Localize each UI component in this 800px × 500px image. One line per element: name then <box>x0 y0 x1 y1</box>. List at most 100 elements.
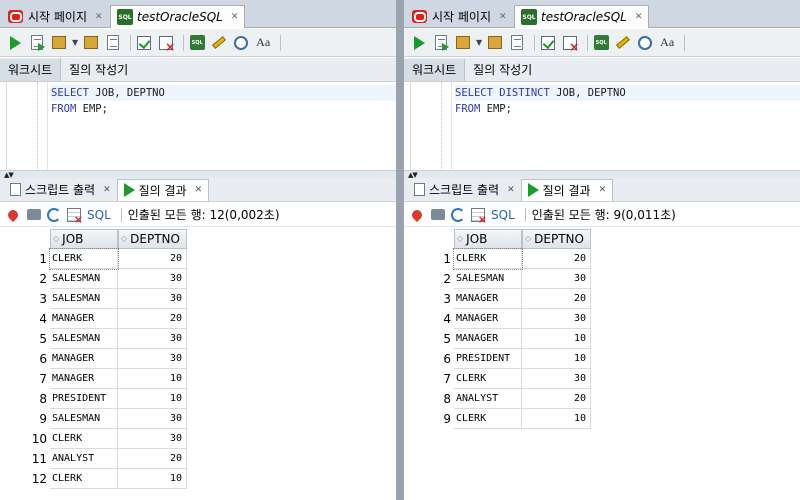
cell-deptno[interactable]: 10 <box>118 469 187 489</box>
table-row[interactable]: 4 MANAGER 30 <box>404 309 800 329</box>
print-icon[interactable] <box>431 209 445 220</box>
result-grid[interactable]: ◇ JOB ◇ DEPTNO 1 CLERK 20 2 SALESMAN 30 3 SALES… <box>0 229 396 489</box>
rollback-button[interactable] <box>561 34 579 54</box>
tab-query-builder[interactable]: 질의 작성기 <box>61 59 136 81</box>
table-row[interactable]: 8 ANALYST 20 <box>404 389 800 409</box>
tab-test-oracle-sql[interactable]: SQL testOracleSQL ✕ <box>110 5 246 28</box>
cell-job[interactable]: SALESMAN <box>50 409 118 429</box>
sql-tuning-button[interactable] <box>104 34 122 52</box>
tab-start-page[interactable]: 시작 페이지 ✕ <box>406 5 513 28</box>
cell-deptno[interactable]: 30 <box>118 269 187 289</box>
rollback-button[interactable] <box>157 34 175 54</box>
table-row[interactable]: 5 SALESMAN 30 <box>0 329 396 349</box>
tab-query-result[interactable]: 질의 결과 ✕ <box>520 178 614 201</box>
table-row[interactable]: 1 CLERK 20 <box>404 248 800 270</box>
cell-deptno[interactable]: 20 <box>118 449 187 469</box>
cell-deptno[interactable]: 30 <box>522 369 591 389</box>
close-icon[interactable]: ✕ <box>103 185 111 195</box>
table-row[interactable]: 7 MANAGER 10 <box>0 369 396 389</box>
cell-deptno[interactable]: 20 <box>118 249 187 269</box>
close-icon[interactable]: ✕ <box>231 12 239 22</box>
cell-deptno[interactable]: 30 <box>118 409 187 429</box>
cell-job[interactable]: ANALYST <box>50 449 118 469</box>
pin-icon[interactable] <box>409 207 425 222</box>
history-button[interactable] <box>636 34 654 52</box>
cell-job[interactable]: CLERK <box>454 369 522 389</box>
table-row[interactable]: 2 SALESMAN 30 <box>404 269 800 289</box>
cell-deptno[interactable]: 10 <box>522 349 591 369</box>
close-icon[interactable]: ✕ <box>95 12 103 22</box>
cell-job[interactable]: SALESMAN <box>50 269 118 289</box>
cell-deptno[interactable]: 30 <box>118 429 187 449</box>
chevron-down-icon[interactable]: ▼ <box>476 38 482 47</box>
cell-job[interactable]: SALESMAN <box>50 289 118 309</box>
column-header-job[interactable]: ◇ JOB <box>50 229 118 249</box>
tab-query-builder[interactable]: 질의 작성기 <box>465 59 540 81</box>
cell-deptno[interactable]: 10 <box>118 389 187 409</box>
clear-button[interactable] <box>210 34 228 52</box>
sql-button[interactable]: SQL <box>87 208 111 222</box>
cell-deptno[interactable]: 10 <box>522 409 591 429</box>
table-row[interactable]: 1 CLERK 20 <box>0 248 396 270</box>
table-row[interactable]: 3 SALESMAN 30 <box>0 289 396 309</box>
table-row[interactable]: 11 ANALYST 20 <box>0 449 396 469</box>
cell-job[interactable]: CLERK <box>453 248 523 270</box>
cell-job[interactable]: MANAGER <box>50 349 118 369</box>
close-icon[interactable]: ✕ <box>507 185 515 195</box>
cell-job[interactable]: PRESIDENT <box>454 349 522 369</box>
case-toggle-button[interactable]: Aa <box>658 34 676 52</box>
table-row[interactable]: 6 MANAGER 30 <box>0 349 396 369</box>
explain-plan-button[interactable] <box>486 34 504 52</box>
table-row[interactable]: 7 CLERK 30 <box>404 369 800 389</box>
cell-deptno[interactable]: 20 <box>522 249 591 269</box>
cell-job[interactable]: PRESIDENT <box>50 389 118 409</box>
table-row[interactable]: 3 MANAGER 20 <box>404 289 800 309</box>
table-row[interactable]: 4 MANAGER 20 <box>0 309 396 329</box>
cell-deptno[interactable]: 30 <box>118 329 187 349</box>
cell-deptno[interactable]: 30 <box>118 289 187 309</box>
column-header-deptno[interactable]: ◇ DEPTNO <box>522 229 591 249</box>
autotrace-button[interactable] <box>50 34 68 52</box>
cell-job[interactable]: CLERK <box>454 409 522 429</box>
refresh-icon[interactable] <box>47 207 61 222</box>
cell-deptno[interactable]: 10 <box>522 329 591 349</box>
run-script-button[interactable] <box>28 34 46 52</box>
pin-icon[interactable] <box>5 207 21 222</box>
close-icon[interactable]: ✕ <box>599 185 607 195</box>
tab-start-page[interactable]: 시작 페이지 ✕ <box>2 5 109 28</box>
cell-deptno[interactable]: 10 <box>118 369 187 389</box>
tab-test-oracle-sql[interactable]: SQL testOracleSQL ✕ <box>514 5 650 28</box>
commit-button[interactable] <box>539 34 557 52</box>
column-header-job[interactable]: ◇ JOB <box>454 229 522 249</box>
cell-deptno[interactable]: 30 <box>522 309 591 329</box>
tab-script-output[interactable]: 스크립트 출력 ✕ <box>408 179 521 201</box>
tab-worksheet[interactable]: 워크시트 <box>404 58 466 81</box>
table-row[interactable]: 8 PRESIDENT 10 <box>0 389 396 409</box>
sql-editor[interactable]: SELECT DISTINCT JOB, DEPTNO FROM EMP; <box>410 82 800 170</box>
column-header-deptno[interactable]: ◇ DEPTNO <box>118 229 187 249</box>
tab-worksheet[interactable]: 워크시트 <box>0 58 62 81</box>
table-row[interactable]: 2 SALESMAN 30 <box>0 269 396 289</box>
table-row[interactable]: 9 CLERK 10 <box>404 409 800 429</box>
autotrace-button[interactable] <box>454 34 472 52</box>
sql-tuning-button[interactable] <box>508 34 526 52</box>
refresh-icon[interactable] <box>451 207 465 222</box>
result-grid[interactable]: ◇ JOB ◇ DEPTNO 1 CLERK 20 2 SALESMAN 30 3 MANAG… <box>404 229 800 429</box>
history-button[interactable] <box>232 34 250 52</box>
print-icon[interactable] <box>27 209 41 220</box>
cell-job[interactable]: MANAGER <box>454 329 522 349</box>
commit-button[interactable] <box>135 34 153 52</box>
run-statement-button[interactable] <box>410 34 428 52</box>
pane-divider[interactable] <box>396 0 404 500</box>
cell-deptno[interactable]: 30 <box>118 349 187 369</box>
sql-button[interactable]: SQL <box>491 208 515 222</box>
cell-job[interactable]: MANAGER <box>454 309 522 329</box>
sql-history-button[interactable]: SQL <box>592 34 610 52</box>
cell-job[interactable]: MANAGER <box>454 289 522 309</box>
cell-job[interactable]: CLERK <box>50 469 118 489</box>
cell-job[interactable]: SALESMAN <box>50 329 118 349</box>
table-row[interactable]: 6 PRESIDENT 10 <box>404 349 800 369</box>
table-row[interactable]: 12 CLERK 10 <box>0 469 396 489</box>
cell-deptno[interactable]: 20 <box>522 389 591 409</box>
clear-grid-icon[interactable] <box>67 207 83 226</box>
